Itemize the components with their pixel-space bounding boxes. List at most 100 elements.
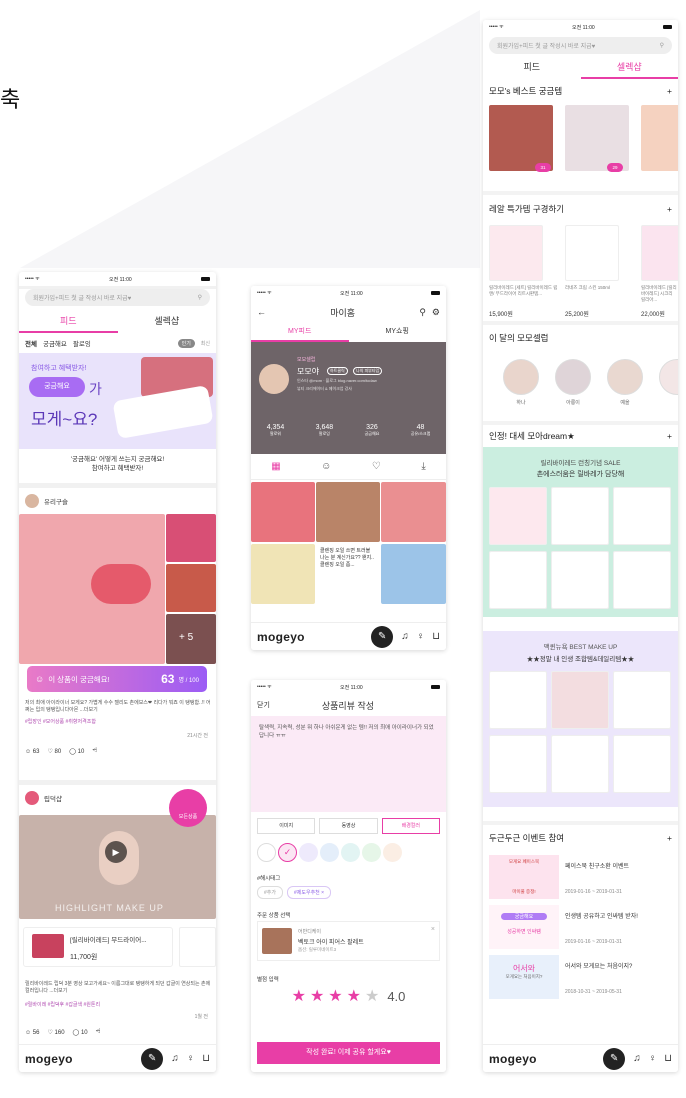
product-tile[interactable] bbox=[613, 551, 671, 609]
tab-feed[interactable]: 피드 bbox=[483, 57, 581, 79]
grid-tile[interactable] bbox=[251, 544, 315, 604]
want-button[interactable]: ☺ 이 상품이 궁금해요! 63 명 / 100 bbox=[27, 666, 207, 692]
star-icon[interactable]: ★ bbox=[328, 986, 342, 1006]
filter-following[interactable]: 팔로잉 bbox=[73, 338, 91, 348]
best-item-image[interactable] bbox=[489, 105, 553, 171]
post-user[interactable]: 립덕샵 bbox=[44, 793, 62, 803]
product-tile[interactable] bbox=[613, 735, 671, 793]
best-makeup-banner[interactable]: 맥퀸뉴욕 BEST MAKE UP ★★정말 내 인생 조합템&데일리템★★ bbox=[483, 631, 678, 807]
bell-icon[interactable]: ♫ bbox=[633, 1053, 641, 1064]
product-tile[interactable] bbox=[613, 671, 671, 729]
search-input[interactable]: 회원가입+피드 첫 글 작성시 바로 지급♥ ⚲ bbox=[25, 289, 210, 306]
color-swatch[interactable] bbox=[383, 842, 402, 862]
pen-icon[interactable]: ✎ bbox=[141, 1047, 164, 1070]
deal-item-image[interactable] bbox=[489, 225, 543, 281]
download-icon[interactable]: ⤓ bbox=[421, 461, 425, 472]
close-icon[interactable]: × bbox=[431, 926, 435, 933]
celeb-avatar[interactable] bbox=[607, 359, 643, 395]
person-icon[interactable]: ♀ bbox=[187, 1053, 195, 1064]
bag-icon[interactable]: ⊔ bbox=[432, 631, 440, 642]
close-button[interactable]: 닫기 bbox=[257, 700, 270, 710]
grid-tile[interactable] bbox=[381, 482, 446, 542]
product-tile[interactable] bbox=[551, 735, 609, 793]
share-icon[interactable]: ⩤ bbox=[92, 748, 97, 755]
plus-icon[interactable]: + bbox=[667, 86, 672, 96]
bgcolor-option[interactable]: 배경컬러 bbox=[381, 818, 440, 834]
avatar[interactable] bbox=[259, 364, 289, 394]
product-tile[interactable] bbox=[551, 671, 609, 729]
star-rating[interactable]: ★ ★ ★ ★ ★ 4.0 bbox=[251, 983, 446, 1009]
heart-icon[interactable]: ♡ 80 bbox=[47, 748, 61, 755]
celeb-avatar[interactable] bbox=[555, 359, 591, 395]
app-logo[interactable]: mogeyo bbox=[25, 1052, 133, 1066]
color-swatch-selected[interactable]: ✓ bbox=[278, 842, 297, 862]
event-thumb[interactable]: 모게요 페이스북 마이풀 증정! bbox=[489, 855, 559, 899]
pen-icon[interactable]: ✎ bbox=[603, 1047, 626, 1070]
app-logo[interactable]: mogeyo bbox=[489, 1052, 595, 1066]
grid-tile[interactable] bbox=[381, 544, 446, 604]
post-card[interactable]: 립덕샵 ▶ HIGHLIGHT MAKE UP 모든상품 [릴리바이레드] 무드… bbox=[19, 785, 216, 1055]
search-icon[interactable]: ⚲ bbox=[198, 294, 202, 301]
search-icon[interactable]: ⚲ bbox=[419, 307, 426, 318]
comment-icon[interactable]: ◯ 10 bbox=[73, 1029, 88, 1036]
promo-banner[interactable]: 참여하고 혜택받자! 궁금해요 가 모게~요? bbox=[19, 353, 216, 449]
color-swatch[interactable] bbox=[320, 842, 339, 862]
thumb-2[interactable] bbox=[166, 564, 216, 612]
star-icon[interactable]: ★ bbox=[292, 986, 306, 1006]
gear-icon[interactable]: ⚙ bbox=[432, 307, 440, 318]
celeb-avatar[interactable] bbox=[503, 359, 539, 395]
plus-icon[interactable]: + bbox=[667, 204, 672, 214]
color-swatch[interactable] bbox=[257, 842, 276, 862]
search-icon[interactable]: ⚲ bbox=[660, 42, 664, 49]
thumb-1[interactable] bbox=[166, 514, 216, 562]
star-icon[interactable]: ★ bbox=[347, 986, 361, 1006]
grid-tile[interactable] bbox=[316, 482, 380, 542]
person-icon[interactable]: ♀ bbox=[417, 631, 425, 642]
post-card[interactable]: 유리구슬 + 5 ☺ 이 상품이 궁금해요! 63 명 / 100 저의 최애 … bbox=[19, 488, 216, 780]
bag-icon[interactable]: ⊔ bbox=[202, 1053, 210, 1064]
product-tile[interactable] bbox=[489, 671, 547, 729]
color-swatch[interactable] bbox=[362, 842, 381, 862]
color-swatch[interactable] bbox=[341, 842, 360, 862]
app-logo[interactable]: mogeyo bbox=[257, 630, 363, 644]
plus-icon[interactable]: + bbox=[667, 431, 672, 441]
tab-selectshop[interactable]: 셀렉샵 bbox=[118, 311, 217, 333]
add-hashtag[interactable]: #추가 bbox=[257, 886, 283, 899]
search-input[interactable]: 회원가입+피드 첫 글 작성시 바로 지급♥ ⚲ bbox=[489, 37, 672, 54]
filter-curious[interactable]: 궁금해요 bbox=[43, 338, 67, 348]
share-icon[interactable]: ⩤ bbox=[96, 1029, 101, 1036]
filter-all[interactable]: 전체 bbox=[25, 338, 37, 348]
celeb-avatar[interactable] bbox=[659, 359, 678, 395]
grid-icon[interactable]: ▦ bbox=[271, 461, 280, 472]
best-item-image[interactable] bbox=[641, 105, 678, 171]
smile-icon[interactable]: ☺ 63 bbox=[25, 749, 39, 755]
bell-icon[interactable]: ♫ bbox=[401, 631, 409, 642]
event-thumb[interactable]: 궁금해요 성공하면 인싸템 bbox=[489, 905, 559, 949]
sort-latest[interactable]: 최신 bbox=[201, 340, 210, 347]
grid-tile[interactable]: 클렌징 오일 쓰면 트러블 나는 분 계신가요?? 왠지.. 클렌징 오일 좀.… bbox=[316, 544, 380, 604]
deal-item-image[interactable] bbox=[565, 225, 619, 281]
sort-popular[interactable]: 인기 bbox=[177, 338, 195, 348]
hashtag-chip[interactable]: #제도우추천 × bbox=[286, 886, 332, 899]
selected-product[interactable]: 어반디케이 벡토크 아이 피어스 팔레트 옵션: 릴루미네이트3 × bbox=[257, 921, 440, 961]
event-thumb[interactable]: 어서와 모게요는 처음이지? bbox=[489, 955, 559, 999]
product-card[interactable]: [릴리바이레드] 무드라이어... 11,700원 bbox=[23, 927, 173, 967]
product-tile[interactable] bbox=[489, 735, 547, 793]
product-tile[interactable] bbox=[489, 487, 547, 545]
avatar[interactable] bbox=[25, 791, 39, 805]
submit-button[interactable]: 작성 완료! 이제 공유 할게요♥ bbox=[257, 1042, 440, 1064]
all-products-fab[interactable]: 모든상품 bbox=[169, 789, 207, 827]
smile-icon[interactable]: ☺ 56 bbox=[25, 1030, 39, 1036]
smile-icon[interactable]: ☺ bbox=[321, 461, 331, 472]
pen-icon[interactable]: ✎ bbox=[371, 625, 394, 648]
tab-selectshop[interactable]: 셀렉샵 bbox=[580, 57, 678, 79]
review-textarea[interactable]: 탈색력, 지속력, 성분 뭐 하나 아쉬운게 없는 템!! 저의 최애 아이라이… bbox=[251, 716, 446, 812]
heart-icon[interactable]: ♡ bbox=[372, 461, 381, 472]
back-icon[interactable]: ← bbox=[257, 307, 266, 317]
star-icon[interactable]: ★ bbox=[365, 986, 379, 1006]
dream-banner[interactable]: 릴리바이레드 런칭기념 SALE 촌에스러움은 릴바레가 담당해 bbox=[483, 447, 678, 617]
video-option[interactable]: 동영상 bbox=[319, 818, 378, 834]
tab-myfeed[interactable]: MY피드 bbox=[251, 324, 349, 342]
post-user[interactable]: 유리구슬 bbox=[44, 496, 68, 506]
comment-icon[interactable]: ◯ 10 bbox=[69, 748, 84, 755]
